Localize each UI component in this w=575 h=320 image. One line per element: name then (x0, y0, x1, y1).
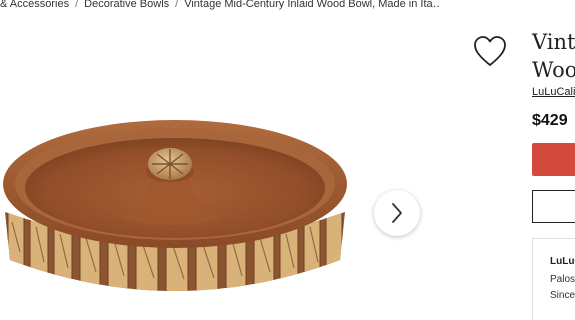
seller-link[interactable]: LuLuCalif (532, 86, 575, 98)
breadcrumb-item-current: Vintage Mid-Century Inlaid Wood Bowl, Ma… (184, 0, 440, 10)
seller-location: Palos (550, 274, 575, 285)
heart-icon (474, 36, 506, 66)
product-title-line1: Vinta (532, 30, 575, 54)
product-title: Vinta Woo (532, 28, 575, 84)
next-image-button[interactable] (374, 190, 420, 236)
add-to-cart-button[interactable] (532, 143, 575, 176)
seller-since: Since (550, 290, 575, 301)
wood-bowl-illustration (3, 120, 347, 291)
breadcrumb-item-decorative-bowls[interactable]: Decorative Bowls (84, 0, 169, 10)
chevron-right-icon (392, 203, 402, 223)
product-image[interactable] (0, 22, 420, 320)
product-price: $429 (532, 112, 568, 129)
favorite-button[interactable] (472, 34, 508, 68)
seller-name[interactable]: LuLuC (550, 256, 575, 267)
make-offer-button[interactable] (532, 190, 575, 223)
product-title-line2: Woo (532, 58, 575, 82)
breadcrumb-item-accessories[interactable]: & Accessories (0, 0, 69, 10)
breadcrumb-separator: / (175, 0, 179, 10)
breadcrumb: & Accessories / Decorative Bowls / Vinta… (0, 0, 440, 12)
breadcrumb-separator: / (75, 0, 79, 10)
